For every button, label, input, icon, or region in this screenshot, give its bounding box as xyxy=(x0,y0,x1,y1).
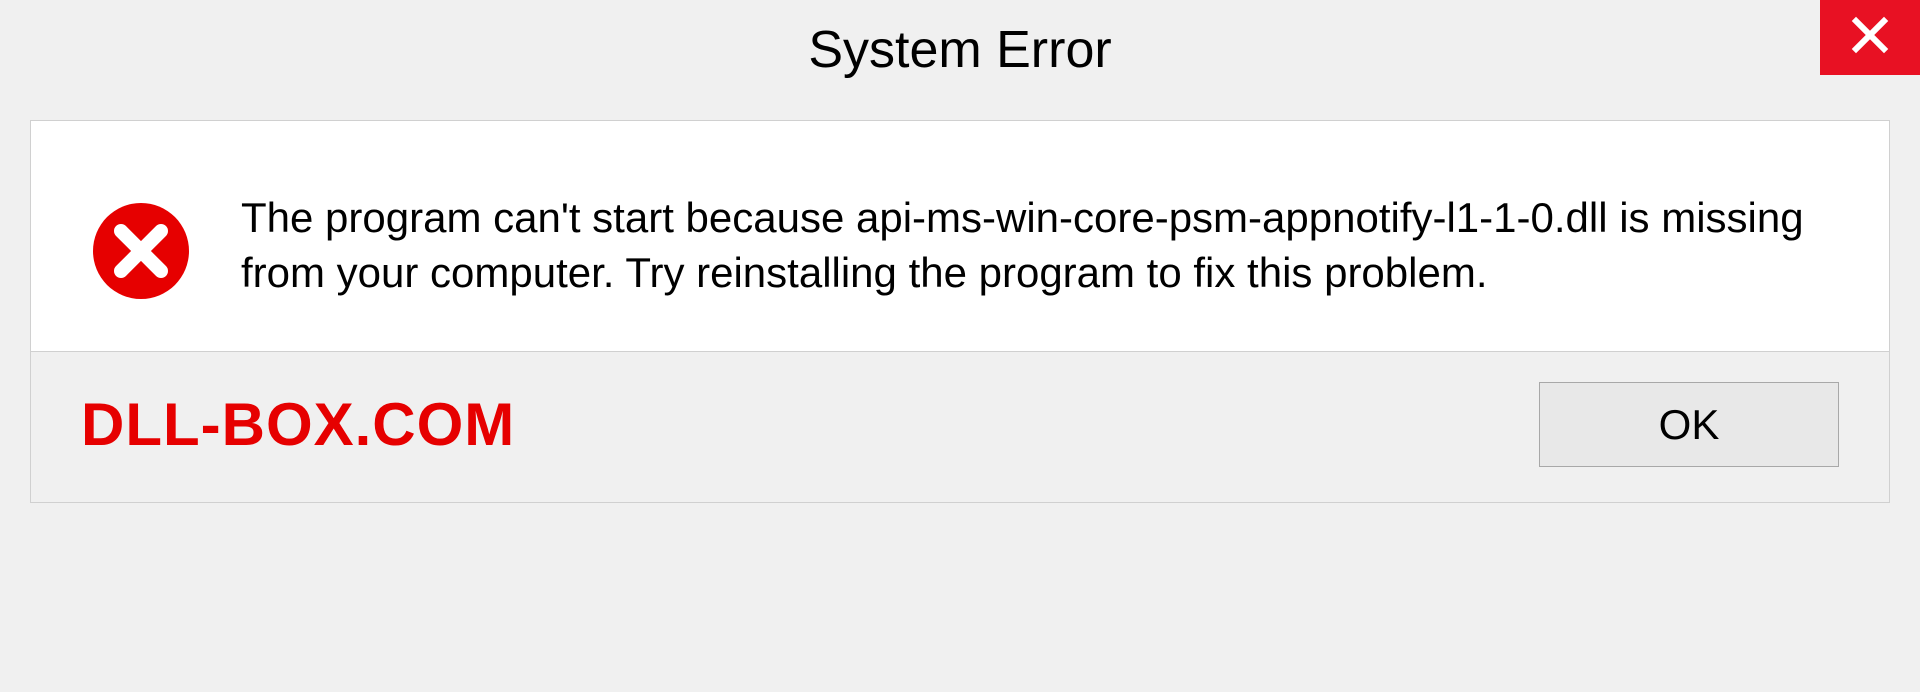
footer-panel: DLL-BOX.COM OK xyxy=(30,351,1890,503)
titlebar: System Error xyxy=(0,0,1920,100)
error-icon xyxy=(91,201,191,301)
watermark-text: DLL-BOX.COM xyxy=(81,390,515,459)
window-title: System Error xyxy=(808,20,1111,80)
error-message: The program can't start because api-ms-w… xyxy=(241,191,1829,300)
ok-button[interactable]: OK xyxy=(1539,382,1839,467)
close-icon xyxy=(1850,15,1890,60)
content-panel: The program can't start because api-ms-w… xyxy=(30,120,1890,351)
close-button[interactable] xyxy=(1820,0,1920,75)
